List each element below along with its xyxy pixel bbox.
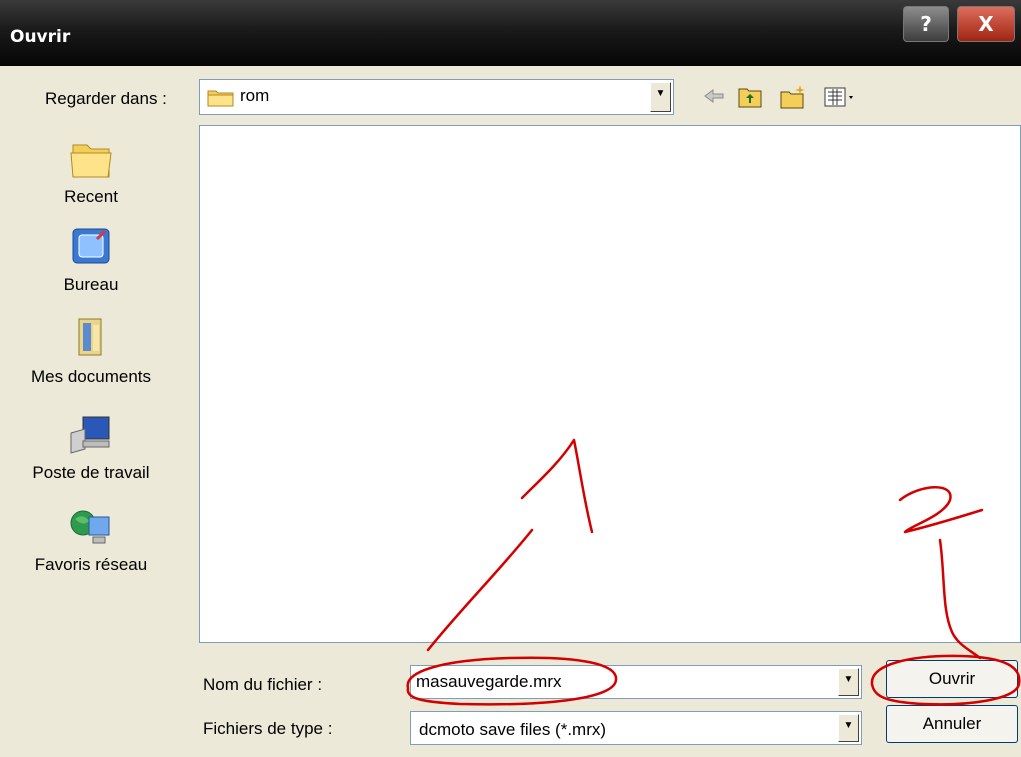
open-file-dialog: Ouvrir ? X Regarder dans : rom ▼ Recent …	[0, 0, 1021, 757]
folder-icon	[207, 90, 234, 107]
back-arrow-icon[interactable]	[702, 84, 726, 108]
place-my-documents-label: Mes documents	[31, 367, 151, 386]
place-network[interactable]: Favoris réseau	[2, 503, 180, 575]
place-desktop[interactable]: Bureau	[2, 223, 180, 295]
my-computer-icon	[70, 416, 110, 454]
network-places-icon	[70, 510, 110, 544]
desktop-icon	[72, 228, 110, 264]
places-bar: Recent Bureau Mes documents Poste de tra…	[2, 125, 180, 645]
filename-label: Nom du fichier :	[203, 675, 323, 694]
place-my-documents[interactable]: Mes documents	[2, 315, 180, 387]
look-in-value: rom	[240, 86, 270, 105]
chevron-down-icon[interactable]: ▼	[838, 668, 859, 696]
filename-value: masauvegarde.mrx	[416, 672, 562, 691]
up-folder-icon[interactable]	[737, 84, 763, 110]
place-recent-label: Recent	[64, 187, 118, 206]
place-network-label: Favoris réseau	[34, 555, 148, 574]
place-desktop-label: Bureau	[63, 275, 119, 294]
place-my-computer-label: Poste de travail	[32, 463, 150, 482]
place-recent[interactable]: Recent	[2, 135, 180, 207]
look-in-label: Regarder dans :	[45, 89, 167, 108]
filetype-value: dcmoto save files (*.mrx)	[419, 720, 607, 739]
filetype-label: Fichiers de type :	[203, 719, 333, 738]
close-button[interactable]: X	[957, 6, 1015, 42]
file-list[interactable]	[199, 125, 1021, 643]
recent-folder-icon	[70, 144, 112, 178]
filetype-dropdown[interactable]: dcmoto save files (*.mrx) ▼	[410, 711, 862, 745]
views-menu-icon[interactable]	[823, 84, 859, 110]
my-documents-icon	[78, 318, 102, 356]
help-button[interactable]: ?	[903, 6, 949, 42]
place-my-computer[interactable]: Poste de travail	[2, 411, 180, 483]
open-button[interactable]: Ouvrir	[886, 660, 1018, 698]
look-in-dropdown[interactable]: rom ▼	[199, 79, 674, 115]
title-bar[interactable]: Ouvrir ? X	[0, 0, 1021, 66]
new-folder-icon[interactable]	[779, 84, 807, 110]
cancel-button[interactable]: Annuler	[886, 705, 1018, 743]
window-title: Ouvrir	[10, 27, 71, 47]
filename-input[interactable]: masauvegarde.mrx ▼	[410, 665, 862, 699]
chevron-down-icon[interactable]: ▼	[838, 714, 859, 742]
chevron-down-icon[interactable]: ▼	[650, 82, 671, 112]
